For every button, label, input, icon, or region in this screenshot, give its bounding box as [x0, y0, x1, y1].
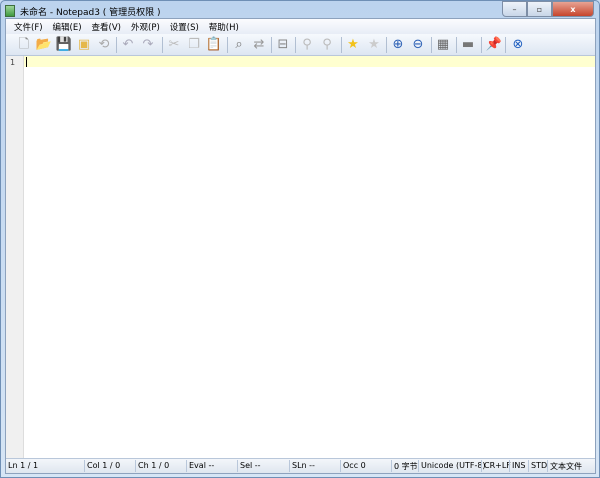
zoom-out-icon[interactable]: ⊖ [410, 37, 426, 53]
toolbar-separator [271, 37, 272, 53]
toolbar-separator [227, 37, 228, 53]
status-field: CR+LF [484, 461, 511, 470]
line-number-gutter [6, 56, 24, 458]
status-field: STD [531, 461, 548, 470]
title-bar: 未命名 - Notepad3 ( 管理员权限 ) [5, 4, 161, 18]
status-field: INS [512, 461, 526, 470]
window-title: 未命名 - Notepad3 ( 管理员权限 ) [20, 7, 161, 18]
toolbar-separator [481, 37, 482, 53]
find-in-files-icon[interactable]: ⚲ [299, 37, 315, 53]
app-window: 未命名 - Notepad3 ( 管理员权限 ) – ▫ x 文件(F) 编辑(… [0, 0, 600, 478]
menu-edit[interactable]: 编辑(E) [48, 21, 87, 33]
line-number: 1 [10, 58, 16, 67]
status-field: Ln 1 / 1 [8, 461, 39, 470]
status-bar: Ln 1 / 1 Col 1 / 0 Ch 1 / 0 Eval -- Sel -- SL… [6, 458, 595, 473]
replace-icon[interactable]: ⇄ [251, 37, 267, 53]
status-divider [289, 460, 290, 472]
menu-settings[interactable]: 设置(S) [165, 21, 204, 33]
text-caret [26, 57, 27, 67]
status-divider [418, 460, 419, 472]
pin-icon[interactable]: 📌 [486, 37, 502, 53]
toolbar: 🗋 📂 💾 ▣ ⟲ ↶ ↷ ✂ ❐ 📋 ⌕ ⇄ ⊟ ⚲ ⚲ ★ ★ ⊕ ⊖ ▦ ▬ 📌 ⊗ [6, 34, 595, 56]
open-folder-icon[interactable]: 📂 [36, 37, 52, 53]
status-divider [481, 460, 482, 472]
toolbar-separator [162, 37, 163, 53]
cut-icon[interactable]: ✂ [166, 37, 182, 53]
status-field: Col 1 / 0 [87, 461, 121, 470]
favorite-icon[interactable]: ★ [345, 37, 361, 53]
status-divider [509, 460, 510, 472]
copy-icon[interactable]: ❐ [186, 37, 202, 53]
status-divider [186, 460, 187, 472]
menu-bar: 文件(F) 编辑(E) 查看(V) 外观(P) 设置(S) 帮助(H) [6, 19, 595, 34]
menu-file[interactable]: 文件(F) [9, 21, 48, 33]
status-field: SLn -- [292, 461, 315, 470]
notepad3-app-icon [5, 5, 15, 17]
undo-icon[interactable]: ↶ [120, 37, 136, 53]
zoom-search-icon[interactable]: ⚲ [319, 37, 335, 53]
status-divider [391, 460, 392, 472]
status-divider [547, 460, 548, 472]
new-file-icon[interactable]: 🗋 [16, 37, 32, 53]
editor[interactable]: 1 [6, 56, 595, 458]
toolbar-separator [295, 37, 296, 53]
status-divider [84, 460, 85, 472]
view-icon[interactable]: ▬ [460, 37, 476, 53]
exit-icon[interactable]: ⊗ [510, 37, 526, 53]
toolbar-separator [456, 37, 457, 53]
status-field: Ch 1 / 0 [138, 461, 170, 470]
close-button[interactable]: x [552, 1, 594, 17]
menu-appearance[interactable]: 外观(P) [126, 21, 165, 33]
minimize-button[interactable]: – [502, 1, 527, 17]
status-field: Occ 0 [343, 461, 366, 470]
status-divider [237, 460, 238, 472]
status-divider [135, 460, 136, 472]
toolbar-separator [431, 37, 432, 53]
status-divider [528, 460, 529, 472]
save-icon[interactable]: 💾 [56, 37, 72, 53]
zoom-in-icon[interactable]: ⊕ [390, 37, 406, 53]
toolbar-separator [341, 37, 342, 53]
save-as-icon[interactable]: ▣ [76, 37, 92, 53]
status-divider [340, 460, 341, 472]
status-field: Unicode (UTF-8) [421, 461, 486, 470]
toolbar-separator [386, 37, 387, 53]
status-field: Sel -- [240, 461, 261, 470]
wordwrap-icon[interactable]: ▦ [435, 37, 451, 53]
find-icon[interactable]: ⌕ [231, 37, 247, 53]
menu-view[interactable]: 查看(V) [87, 21, 126, 33]
status-field: Eval -- [189, 461, 215, 470]
status-field: 文本文件 [550, 462, 582, 471]
revert-icon[interactable]: ⟲ [96, 37, 112, 53]
menu-help[interactable]: 帮助(H) [204, 21, 244, 33]
paste-icon[interactable]: 📋 [206, 37, 222, 53]
maximize-button[interactable]: ▫ [527, 1, 552, 17]
toolbar-separator [116, 37, 117, 53]
goto-icon[interactable]: ⊟ [275, 37, 291, 53]
status-field: 0 字节 [394, 462, 418, 471]
toolbar-separator [505, 37, 506, 53]
add-favorite-icon[interactable]: ★ [366, 37, 382, 53]
redo-icon[interactable]: ↷ [140, 37, 156, 53]
current-line-highlight [24, 56, 595, 67]
